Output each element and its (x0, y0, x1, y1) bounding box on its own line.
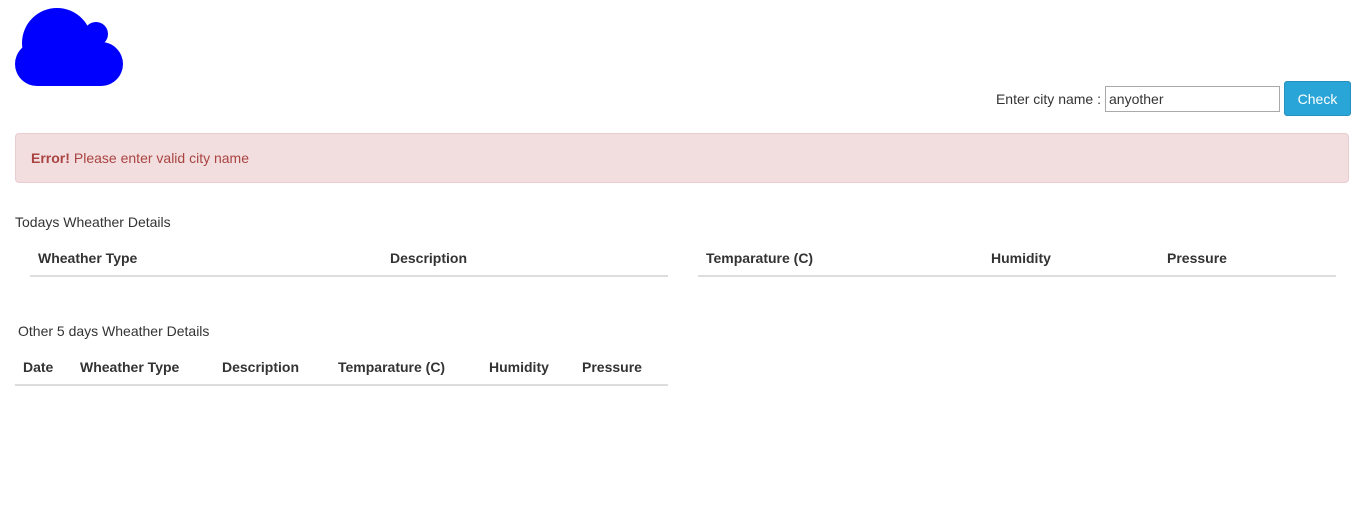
table-header-row: Date Wheather Type Description Temparatu… (15, 349, 668, 386)
column-header-pressure: Pressure (1159, 240, 1336, 277)
error-alert-message: Please enter valid city name (73, 150, 249, 166)
column-header-humidity: Humidity (983, 240, 1159, 277)
today-table-right: Temparature (C) Humidity Pressure (698, 240, 1336, 277)
today-table-left: Wheather Type Description (30, 240, 668, 277)
weather-page: Enter city name : Check Error! Please en… (0, 0, 1365, 520)
check-button[interactable]: Check (1284, 81, 1351, 116)
cloud-icon (15, 8, 123, 86)
forecast-table: Date Wheather Type Description Temparatu… (15, 349, 668, 386)
table-header-row: Temparature (C) Humidity Pressure (698, 240, 1336, 277)
column-header-wheather-type: Wheather Type (30, 240, 382, 277)
column-header-humidity: Humidity (481, 349, 574, 386)
error-alert: Error! Please enter valid city name (15, 133, 1349, 183)
column-header-temparature: Temparature (C) (330, 349, 481, 386)
column-header-date: Date (15, 349, 72, 386)
city-name-input[interactable] (1105, 85, 1280, 112)
city-name-label: Enter city name : (995, 90, 1101, 107)
column-header-pressure: Pressure (574, 349, 668, 386)
error-alert-title: Error! (31, 150, 70, 166)
forecast-section-title: Other 5 days Wheather Details (18, 323, 210, 339)
column-header-temparature: Temparature (C) (698, 240, 983, 277)
table-header-row: Wheather Type Description (30, 240, 668, 277)
today-section-title: Todays Wheather Details (15, 214, 171, 230)
column-header-description: Description (214, 349, 330, 386)
search-bar: Enter city name : Check (996, 81, 1351, 116)
column-header-wheather-type: Wheather Type (72, 349, 214, 386)
column-header-description: Description (382, 240, 668, 277)
